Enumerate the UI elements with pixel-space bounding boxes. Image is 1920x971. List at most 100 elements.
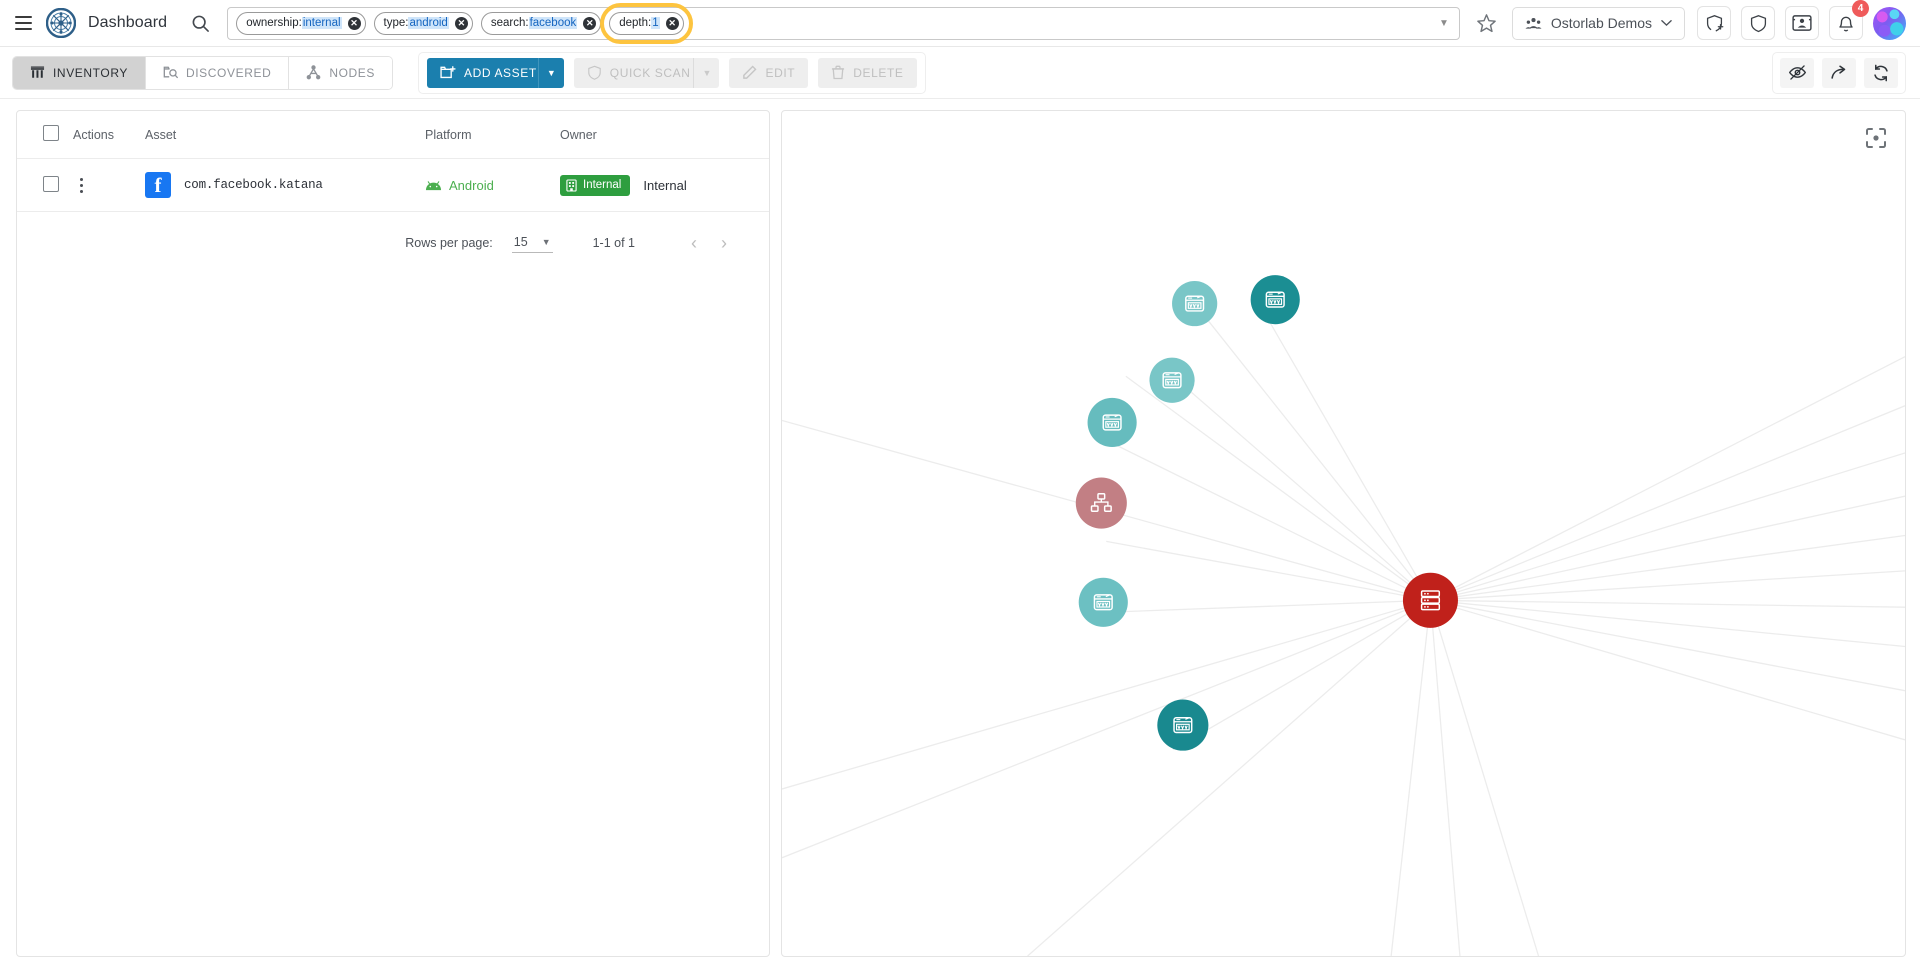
tab-label: NODES — [329, 66, 375, 80]
owner-label: Internal — [643, 178, 686, 193]
star-outline-icon[interactable] — [1472, 8, 1502, 38]
select-all-header — [17, 111, 73, 159]
edit-label: EDIT — [765, 66, 795, 80]
focus-target-icon[interactable] — [1861, 123, 1891, 153]
row-platform-cell: Android — [425, 159, 560, 212]
view-tabs: INVENTORY DISCOVERED NODES — [12, 56, 393, 90]
tab-discovered[interactable]: DISCOVERED — [146, 57, 289, 89]
organization-selector[interactable]: Ostorlab Demos — [1512, 7, 1685, 40]
eye-off-icon[interactable] — [1780, 58, 1814, 88]
avatar[interactable] — [1873, 7, 1906, 40]
graph-node-www-2[interactable] — [1251, 275, 1300, 324]
graph-edges — [782, 303, 1905, 956]
graph-node-www-1[interactable] — [1172, 281, 1217, 326]
table-header-row: Actions Asset Platform Owner — [17, 111, 769, 159]
quick-scan-label: QUICK SCAN — [610, 66, 691, 80]
graph-nodes[interactable] — [1076, 275, 1458, 751]
owner-header: Owner — [560, 111, 769, 159]
search-filter-bar[interactable]: ownership:internal ✕ type:android ✕ sear… — [227, 7, 1460, 40]
nodes-graph-icon — [306, 65, 321, 80]
tab-nodes[interactable]: NODES — [289, 57, 392, 89]
platform-label: Android — [449, 178, 494, 193]
platform-header: Platform — [425, 111, 560, 159]
row-owner-cell: Internal Internal — [560, 159, 769, 212]
ostorlab-logo-icon[interactable] — [46, 8, 76, 38]
notification-badge: 4 — [1852, 0, 1869, 17]
row-asset-cell: f com.facebook.katana — [145, 159, 425, 212]
delete-button: DELETE — [818, 58, 916, 88]
bell-icon[interactable]: 4 — [1829, 6, 1863, 40]
graph-node-www-5[interactable] — [1079, 578, 1128, 627]
chip-remove-icon[interactable]: ✕ — [348, 17, 361, 30]
rows-per-page-select[interactable]: 15 ▼ — [512, 233, 553, 253]
chip-value: facebook — [529, 17, 578, 29]
trash-icon — [831, 65, 845, 80]
facebook-icon: f — [145, 172, 171, 198]
top-bar: Dashboard ownership:internal ✕ type:andr… — [0, 0, 1920, 47]
chip-value: internal — [302, 17, 342, 29]
action-toolbar: INVENTORY DISCOVERED NODES — [0, 47, 1920, 99]
row-select-cell — [17, 159, 73, 212]
graph-node-center-server[interactable] — [1403, 573, 1458, 628]
filter-chip-depth[interactable]: depth:1 ✕ — [609, 12, 683, 35]
asset-name: com.facebook.katana — [184, 178, 323, 192]
chevron-down-icon — [1661, 19, 1672, 27]
asset-header: Asset — [145, 111, 425, 159]
select-all-checkbox[interactable] — [43, 125, 59, 141]
edit-button: EDIT — [729, 58, 808, 88]
previous-page-button[interactable]: ‹ — [679, 228, 709, 258]
delete-label: DELETE — [853, 66, 903, 80]
asset-actions-group: ADD ASSET ▼ QUICK SCAN ▼ EDIT — [418, 52, 925, 94]
share-arrow-icon[interactable] — [1822, 58, 1856, 88]
page-title: Dashboard — [88, 14, 167, 32]
rows-per-page-label: Rows per page: — [405, 236, 493, 250]
filter-chip-search[interactable]: search:facebook ✕ — [481, 12, 601, 35]
row-actions-cell — [73, 159, 145, 212]
chip-remove-icon[interactable]: ✕ — [666, 17, 679, 30]
shield-icon[interactable] — [1741, 6, 1775, 40]
add-asset-icon — [440, 65, 456, 80]
chevron-down-icon[interactable]: ▼ — [1439, 18, 1453, 29]
chip-remove-icon[interactable]: ✕ — [583, 17, 596, 30]
tab-inventory[interactable]: INVENTORY — [13, 57, 146, 89]
discovered-scan-icon — [163, 65, 178, 80]
group-icon — [1525, 16, 1542, 31]
ticket-icon[interactable] — [1785, 6, 1819, 40]
chip-key: depth: — [619, 17, 651, 29]
status-badge: Internal — [560, 175, 630, 196]
add-scan-icon[interactable] — [1697, 6, 1731, 40]
graph-node-www-3[interactable] — [1149, 358, 1194, 403]
pagination: Rows per page: 15 ▼ 1-1 of 1 ‹ › — [17, 212, 769, 274]
actions-header: Actions — [73, 111, 145, 159]
building-icon — [566, 179, 577, 192]
kebab-menu-icon[interactable] — [73, 178, 89, 193]
status-badge-label: Internal — [583, 179, 621, 191]
tab-label: INVENTORY — [53, 66, 128, 80]
row-checkbox[interactable] — [43, 176, 59, 192]
table-row[interactable]: f com.facebook.katana — [17, 159, 769, 212]
add-asset-dropdown-button[interactable]: ▼ — [538, 58, 564, 88]
android-icon — [425, 180, 442, 191]
graph-node-www-6[interactable] — [1157, 700, 1208, 751]
hamburger-icon[interactable] — [10, 10, 36, 36]
assets-table: Actions Asset Platform Owner f — [17, 111, 769, 212]
search-icon[interactable] — [187, 10, 213, 36]
quick-scan-dropdown-button: ▼ — [693, 58, 719, 88]
organization-name: Ostorlab Demos — [1551, 15, 1652, 31]
chip-remove-icon[interactable]: ✕ — [455, 17, 468, 30]
chip-value: 1 — [651, 17, 659, 29]
filter-chip-type[interactable]: type:android ✕ — [374, 12, 473, 35]
graph-node-www-4[interactable] — [1088, 398, 1137, 447]
add-asset-button[interactable]: ADD ASSET — [427, 58, 548, 88]
graph-node-sitemap[interactable] — [1076, 477, 1127, 528]
rows-per-page-value: 15 — [514, 235, 528, 249]
chip-key: type: — [384, 17, 409, 29]
graph-panel[interactable] — [781, 110, 1906, 957]
add-asset-label: ADD ASSET — [464, 66, 537, 80]
refresh-icon[interactable] — [1864, 58, 1898, 88]
filter-chip-ownership[interactable]: ownership:internal ✕ — [236, 12, 365, 35]
main-content: Actions Asset Platform Owner f — [0, 99, 1920, 971]
node-graph[interactable] — [782, 111, 1905, 956]
chip-value: android — [408, 17, 448, 29]
next-page-button[interactable]: › — [709, 228, 739, 258]
